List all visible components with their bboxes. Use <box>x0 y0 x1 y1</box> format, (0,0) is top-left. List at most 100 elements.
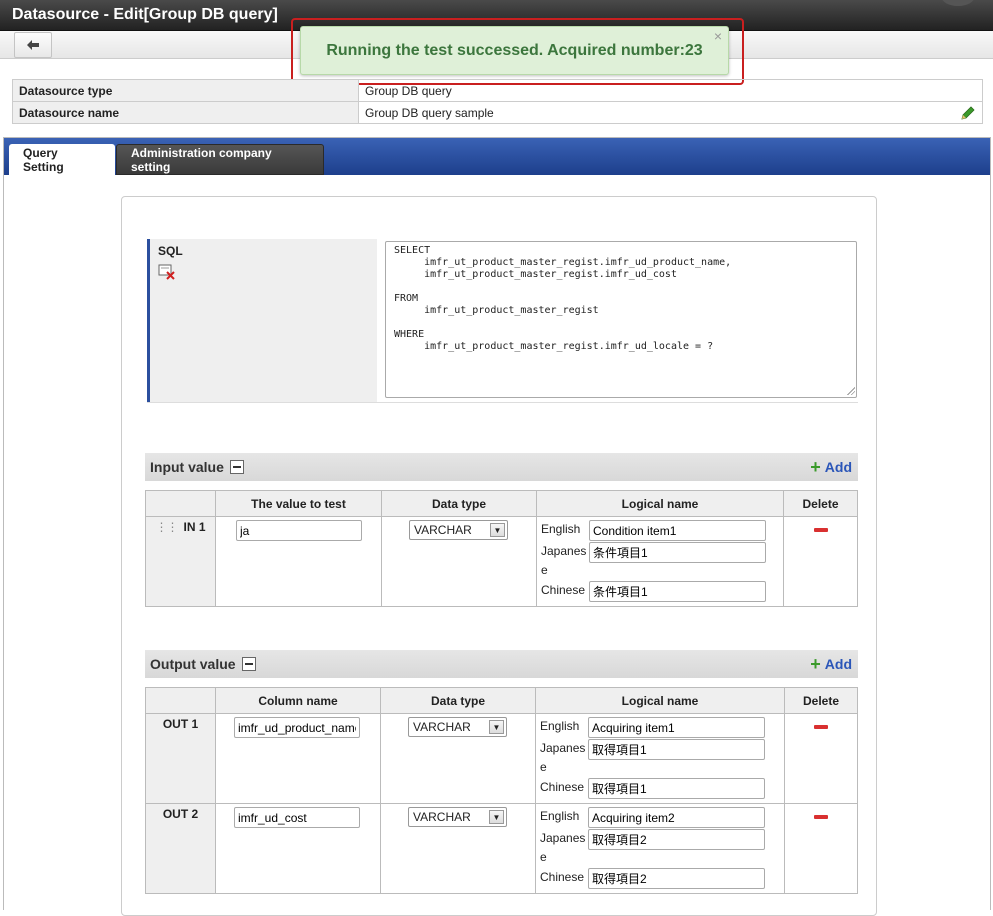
input-header-value: The value to test <box>215 490 382 517</box>
output-column-cell <box>215 713 381 804</box>
table-row: OUT 1 VARCHAR ▼ English Japanese Chinese <box>145 713 858 804</box>
back-button[interactable] <box>14 32 52 58</box>
input-header-blank <box>145 490 216 517</box>
plus-icon: + <box>810 457 821 477</box>
tab-bar: Query Setting Administration company set… <box>4 138 990 175</box>
output-value-title: Output value <box>150 656 236 672</box>
datasource-type-label: Datasource type <box>12 79 359 102</box>
output-data-type-select[interactable]: VARCHAR ▼ <box>408 717 507 737</box>
input-type-cell: VARCHAR ▼ <box>381 516 537 607</box>
input-test-value-field[interactable] <box>236 520 362 541</box>
window-corner <box>941 0 975 6</box>
output-column-name-field[interactable] <box>234 807 360 828</box>
output-delete-cell <box>784 803 858 894</box>
input-header-type: Data type <box>381 490 537 517</box>
window-title: Datasource - Edit[Group DB query] <box>12 6 278 23</box>
select-value: VARCHAR <box>414 523 472 537</box>
select-value: VARCHAR <box>413 720 471 734</box>
lang-label-ja: Japanese <box>541 544 587 577</box>
logical-name-ja-field[interactable] <box>589 542 766 563</box>
lang-label-en: English <box>540 809 580 823</box>
output-logical-cell: English Japanese Chinese <box>535 713 785 804</box>
tab-administration-company-setting[interactable]: Administration company setting <box>116 144 324 175</box>
sql-textarea[interactable]: SELECT imfr_ut_product_master_regist.imf… <box>385 241 857 398</box>
output-header-logical: Logical name <box>535 687 785 714</box>
main-panel: Query Setting Administration company set… <box>3 137 991 916</box>
logical-name-ja-field[interactable] <box>588 739 765 760</box>
input-value-header: Input value + Add <box>145 453 858 481</box>
output-header-type: Data type <box>380 687 536 714</box>
minus-icon[interactable] <box>813 528 828 532</box>
lang-label-en: English <box>541 522 581 536</box>
datasource-name-label: Datasource name <box>12 101 359 124</box>
output-column-cell <box>215 803 381 894</box>
select-value: VARCHAR <box>413 810 471 824</box>
logical-name-en-field[interactable] <box>589 520 766 541</box>
output-type-cell: VARCHAR ▼ <box>380 803 536 894</box>
clear-icon[interactable] <box>158 264 176 280</box>
datasource-name-value: Group DB query sample <box>365 105 494 120</box>
logical-name-en-field[interactable] <box>588 717 765 738</box>
output-add-label: Add <box>824 656 852 672</box>
output-delete-cell <box>784 713 858 804</box>
collapse-icon[interactable] <box>241 657 256 671</box>
output-row-id: OUT 1 <box>145 713 216 804</box>
tab-query-setting[interactable]: Query Setting <box>9 144 115 175</box>
sql-label-cell: SQL <box>147 239 377 402</box>
output-type-cell: VARCHAR ▼ <box>380 713 536 804</box>
chevron-down-icon: ▼ <box>489 810 504 824</box>
output-data-type-select[interactable]: VARCHAR ▼ <box>408 807 507 827</box>
output-header-blank <box>145 687 216 714</box>
logical-name-ja-field[interactable] <box>588 829 765 850</box>
lang-label-zh: Chinese <box>541 583 586 597</box>
input-value-cell <box>215 516 382 607</box>
pencil-icon[interactable] <box>960 105 976 121</box>
input-data-type-select[interactable]: VARCHAR ▼ <box>409 520 508 540</box>
input-add-button[interactable]: + Add <box>810 457 852 477</box>
toast-close-button[interactable]: × <box>714 28 722 44</box>
lang-label-zh: Chinese <box>540 780 585 794</box>
lang-label-en: English <box>540 719 580 733</box>
toast-message: Running the test successed. Acquired num… <box>326 41 703 59</box>
input-row-id: IN 1 <box>183 520 206 534</box>
collapse-icon[interactable] <box>229 460 244 474</box>
success-toast: Running the test successed. Acquired num… <box>300 26 729 75</box>
sql-label: SQL <box>158 244 183 258</box>
sql-divider <box>147 402 858 403</box>
input-value-title: Input value <box>150 459 224 475</box>
logical-name-zh-field[interactable] <box>588 868 765 889</box>
input-delete-cell <box>783 516 858 607</box>
output-row-id: OUT 2 <box>145 803 216 894</box>
input-value-table: The value to test Data type Logical name… <box>145 490 858 607</box>
input-add-label: Add <box>824 459 852 475</box>
logical-name-en-field[interactable] <box>588 807 765 828</box>
logical-name-zh-field[interactable] <box>589 581 766 602</box>
output-value-table: Column name Data type Logical name Delet… <box>145 687 858 894</box>
drag-handle-icon[interactable]: ⋮⋮ <box>155 520 178 534</box>
datasource-info-table: Datasource type Group DB query Datasourc… <box>12 79 983 124</box>
output-value-header: Output value + Add <box>145 650 858 678</box>
chevron-down-icon: ▼ <box>489 720 504 734</box>
table-row: ⋮⋮ IN 1 VARCHAR ▼ English Japanese Chines… <box>145 516 858 607</box>
datasource-name-cell: Group DB query sample <box>358 101 983 124</box>
output-column-name-field[interactable] <box>234 717 360 738</box>
resize-handle[interactable] <box>847 387 855 395</box>
minus-icon[interactable] <box>814 815 828 819</box>
logical-name-zh-field[interactable] <box>588 778 765 799</box>
output-logical-cell: English Japanese Chinese <box>535 803 785 894</box>
arrow-left-icon <box>27 40 39 50</box>
input-header-delete: Delete <box>783 490 858 517</box>
table-row: OUT 2 VARCHAR ▼ English Japanese Chinese <box>145 803 858 894</box>
lang-label-zh: Chinese <box>540 870 585 884</box>
output-header-delete: Delete <box>784 687 858 714</box>
input-header-logical: Logical name <box>536 490 784 517</box>
output-header-column: Column name <box>215 687 381 714</box>
input-logical-cell: English Japanese Chinese <box>536 516 784 607</box>
lang-label-ja: Japanese <box>540 831 586 864</box>
minus-icon[interactable] <box>814 725 828 729</box>
lang-label-ja: Japanese <box>540 741 586 774</box>
datasource-type-value: Group DB query <box>358 79 983 102</box>
plus-icon: + <box>810 654 821 674</box>
query-setting-card: SQL SELECT imfr_ut_product_master_regist… <box>121 196 877 916</box>
output-add-button[interactable]: + Add <box>810 654 852 674</box>
